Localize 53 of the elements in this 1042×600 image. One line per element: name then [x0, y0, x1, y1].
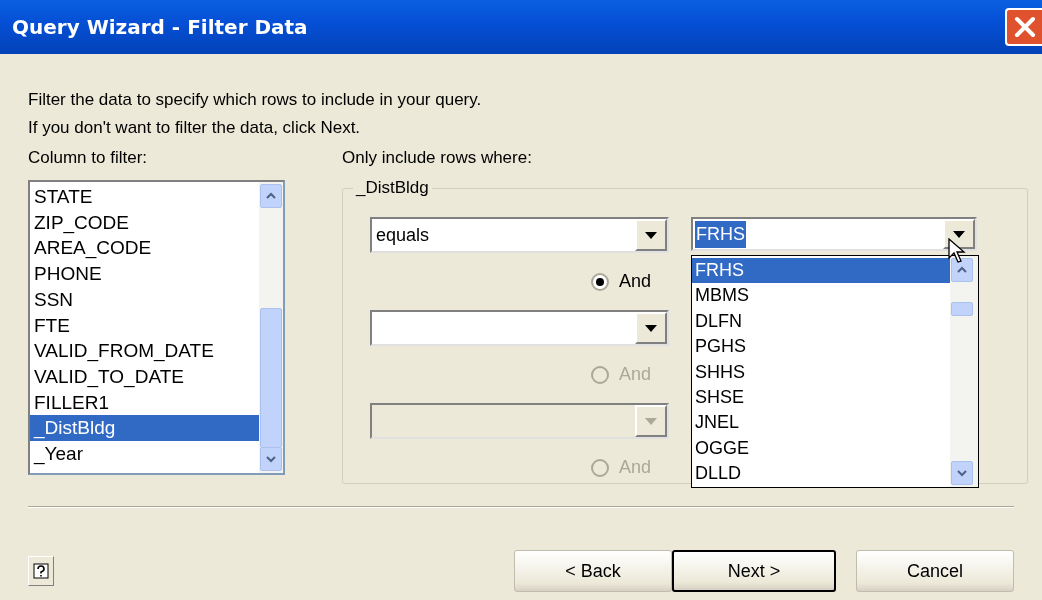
dropdown-option[interactable]: DLLD	[692, 461, 950, 487]
column-list[interactable]: STATE ZIP_CODE AREA_CODE PHONE SSN FTE VALID_FROM_DATE VALID_TO_DATE FILLER1 _DistBldg _Year	[28, 180, 285, 475]
scroll-up-button[interactable]	[260, 184, 282, 208]
list-item[interactable]: _Year	[30, 441, 259, 467]
scroll-down-button[interactable]	[260, 447, 282, 471]
operator-dropdown[interactable]	[370, 310, 669, 346]
dropdown-option[interactable]: PGHS	[692, 334, 950, 360]
wizard-button[interactable]: Next >	[672, 550, 836, 592]
scrollbar[interactable]	[259, 182, 283, 473]
list-item[interactable]: STATE	[30, 184, 259, 210]
scroll-thumb[interactable]	[260, 308, 282, 448]
dropdown-option[interactable]: FRHS	[692, 258, 950, 284]
field-label: Column to filter:	[28, 147, 149, 169]
caret-icon	[644, 416, 658, 426]
instruction-text: If you don't want to filter the data, click Next.	[28, 117, 362, 139]
list-item[interactable]: VALID_TO_DATE	[30, 363, 259, 390]
dropdown-option[interactable]: SHSE	[692, 385, 950, 411]
help-icon	[33, 563, 49, 579]
caret-icon	[644, 323, 658, 333]
scrollbar[interactable]	[950, 256, 978, 487]
dropdown-option[interactable]: MBMS	[692, 283, 950, 309]
operator-dropdown[interactable]: equals	[370, 217, 669, 253]
list-item[interactable]: PHONE	[30, 261, 259, 287]
dropdown-option[interactable]: SHHS	[692, 359, 950, 386]
group-title: _DistBldg	[353, 178, 432, 198]
dropdown-option[interactable]: DLFN	[692, 308, 950, 335]
list-item[interactable]: VALID_FROM_DATE	[30, 338, 259, 364]
list-item[interactable]: AREA_CODE	[30, 235, 259, 262]
dropdown-option[interactable]: JNEL	[692, 410, 950, 436]
and-radio[interactable]: And	[370, 253, 669, 310]
scroll-thumb[interactable]	[951, 302, 973, 316]
close-icon	[1012, 15, 1037, 39]
scroll-down-button[interactable]	[951, 461, 973, 485]
wizard-button[interactable]: < Back	[514, 550, 672, 592]
chevron-down-icon	[265, 454, 277, 464]
value-dropdown[interactable]: FRHS	[691, 217, 977, 251]
chevron-up-icon	[265, 191, 277, 201]
list-item[interactable]: ZIP_CODE	[30, 209, 259, 236]
caret-icon	[644, 230, 658, 240]
window-title: Query Wizard - Filter Data	[12, 14, 308, 41]
chevron-down-icon	[956, 468, 968, 478]
instruction-text: Filter the data to specify which rows to include in your query.	[28, 89, 483, 111]
dropdown-option[interactable]: OGGE	[692, 435, 950, 462]
list-item[interactable]: _DistBldg	[30, 415, 259, 442]
field-label: Only include rows where:	[342, 147, 532, 169]
scroll-up-button[interactable]	[951, 258, 973, 282]
list-item[interactable]: SSN	[30, 286, 259, 313]
list-item[interactable]: FILLER1	[30, 389, 259, 416]
list-item[interactable]: FTE	[30, 312, 259, 339]
help-button[interactable]	[28, 556, 54, 586]
chevron-up-icon	[956, 265, 968, 275]
close-button[interactable]	[1005, 8, 1042, 46]
wizard-button[interactable]: Cancel	[856, 550, 1014, 592]
